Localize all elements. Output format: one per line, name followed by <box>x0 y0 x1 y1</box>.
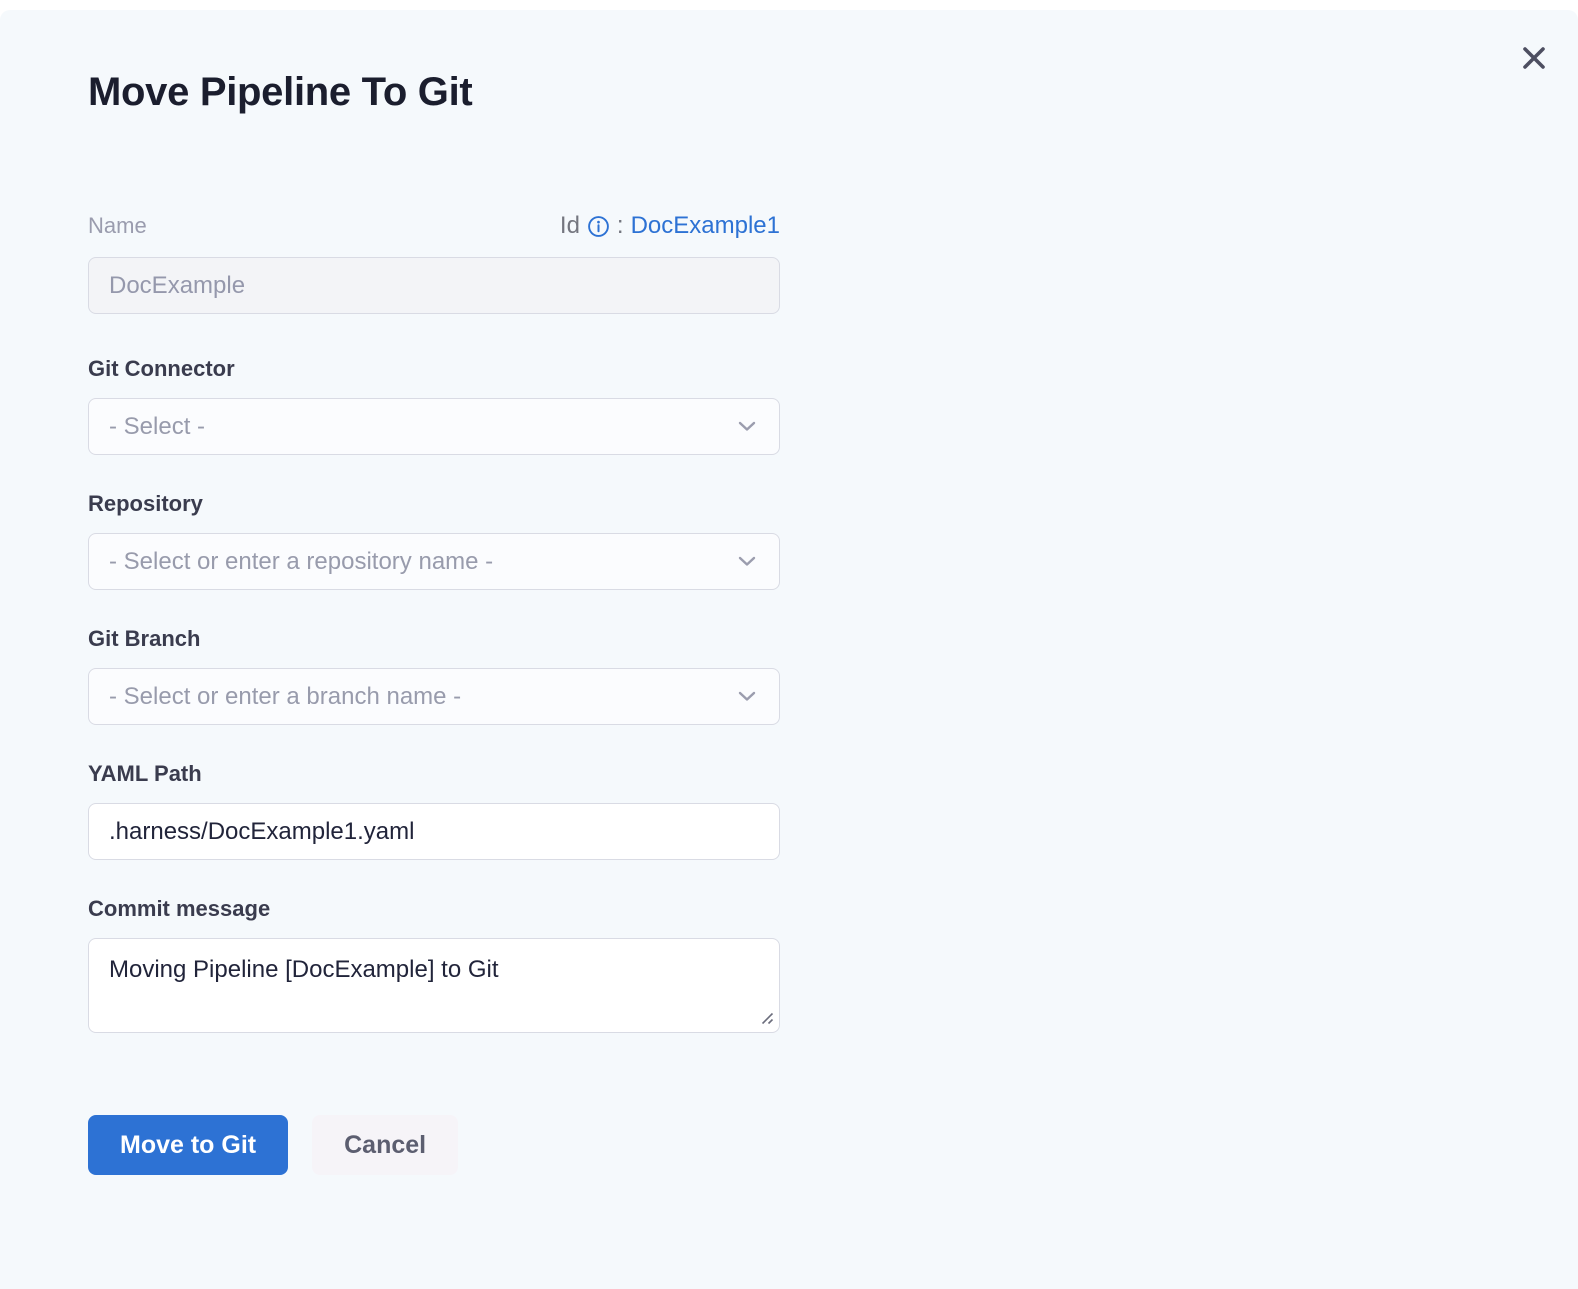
commit-message-textarea[interactable]: Moving Pipeline [DocExample] to Git <box>88 938 780 1033</box>
move-pipeline-to-git-dialog: Move Pipeline To Git Name Id : DocExampl… <box>0 10 1578 1289</box>
git-branch-section: Git Branch - Select or enter a branch na… <box>88 626 780 725</box>
git-branch-placeholder: - Select or enter a branch name - <box>109 683 461 711</box>
commit-message-wrap: Moving Pipeline [DocExample] to Git <box>88 938 780 1033</box>
repository-section: Repository - Select or enter a repositor… <box>88 491 780 590</box>
name-input[interactable] <box>88 257 780 314</box>
info-icon[interactable] <box>587 215 610 238</box>
git-branch-label: Git Branch <box>88 626 780 652</box>
git-connector-label: Git Connector <box>88 356 780 382</box>
yaml-path-section: YAML Path <box>88 761 780 860</box>
chevron-down-icon <box>738 556 756 567</box>
pipeline-id-value[interactable]: DocExample1 <box>631 212 780 240</box>
yaml-path-input[interactable] <box>88 803 780 860</box>
id-colon: : <box>617 212 624 240</box>
chevron-down-icon <box>738 421 756 432</box>
name-header-row: Name Id : DocExample1 <box>88 212 780 240</box>
cancel-button[interactable]: Cancel <box>312 1115 458 1175</box>
git-connector-select[interactable]: - Select - <box>88 398 780 455</box>
close-button[interactable] <box>1516 40 1552 76</box>
commit-message-label: Commit message <box>88 896 780 922</box>
repository-select[interactable]: - Select or enter a repository name - <box>88 533 780 590</box>
git-connector-section: Git Connector - Select - <box>88 356 780 455</box>
pipeline-id-group: Id : DocExample1 <box>560 212 780 240</box>
git-branch-select[interactable]: - Select or enter a branch name - <box>88 668 780 725</box>
close-icon <box>1520 44 1548 72</box>
dialog-actions: Move to Git Cancel <box>88 1115 780 1175</box>
yaml-path-label: YAML Path <box>88 761 780 787</box>
name-label: Name <box>88 213 147 239</box>
repository-label: Repository <box>88 491 780 517</box>
repository-placeholder: - Select or enter a repository name - <box>109 548 493 576</box>
commit-message-section: Commit message Moving Pipeline [DocExamp… <box>88 896 780 1033</box>
git-connector-placeholder: - Select - <box>109 413 205 441</box>
chevron-down-icon <box>738 691 756 702</box>
move-to-git-button[interactable]: Move to Git <box>88 1115 288 1175</box>
dialog-title: Move Pipeline To Git <box>88 68 780 116</box>
dialog-content: Move Pipeline To Git Name Id : DocExampl… <box>0 10 780 1175</box>
id-label: Id <box>560 212 580 240</box>
